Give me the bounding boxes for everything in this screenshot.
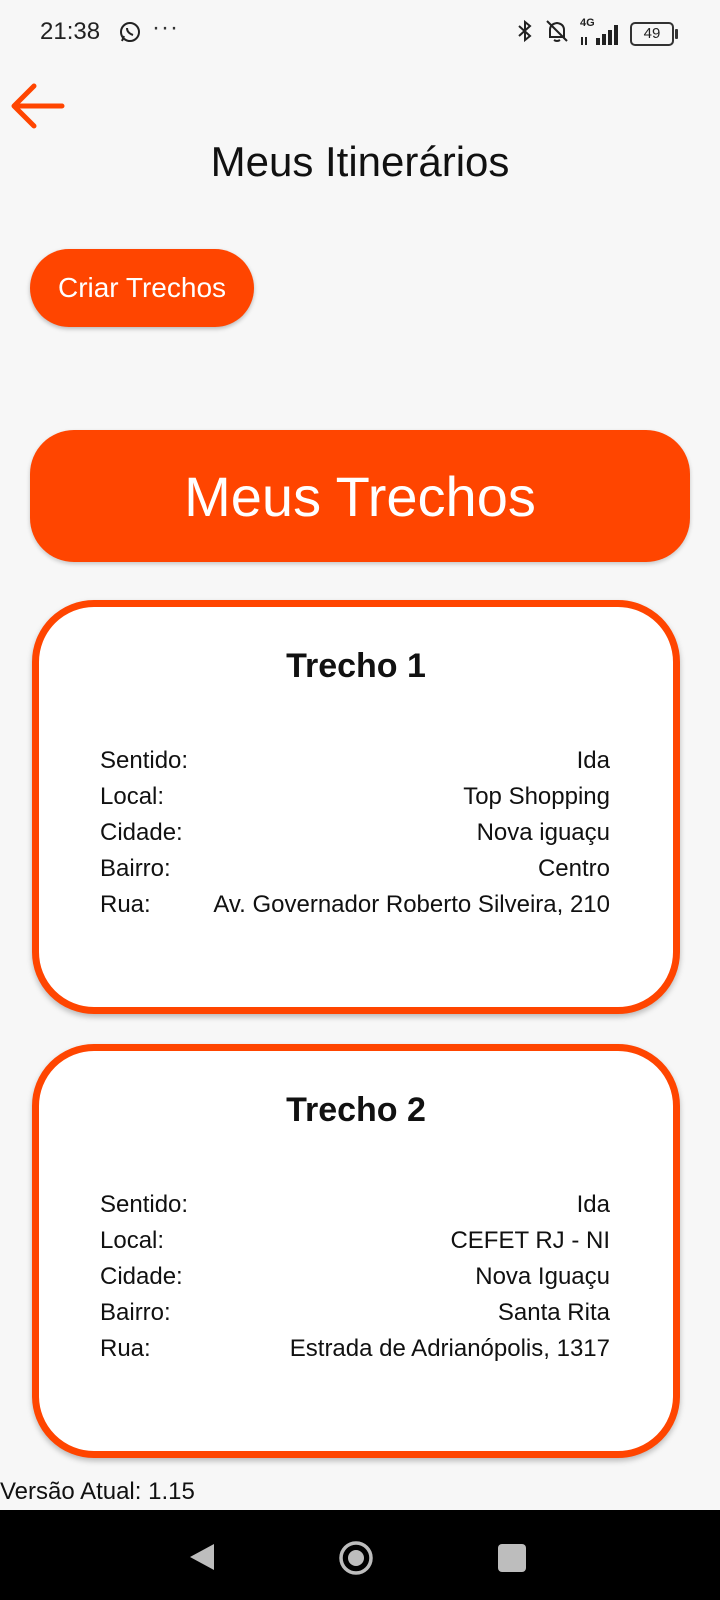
detail-label: Sentido: (100, 1191, 189, 1218)
whatsapp-icon (118, 20, 142, 44)
detail-label: Local: (100, 783, 165, 810)
status-icons: 4G 49 (514, 17, 678, 49)
nav-recents-icon[interactable] (498, 1544, 526, 1572)
detail-value: Ida (576, 1191, 610, 1218)
nav-back-icon[interactable] (188, 1542, 216, 1572)
detail-label: Bairro: (100, 855, 171, 882)
detail-row-cidade: Cidade: Nova Iguaçu (100, 1263, 610, 1299)
detail-value: Estrada de Adrianópolis, 1317 (289, 1335, 610, 1362)
detail-value: Nova iguaçu (476, 819, 610, 846)
detail-row-sentido: Sentido: Ida (100, 747, 610, 783)
detail-value: Centro (537, 855, 610, 882)
card-title: Trecho 2 (286, 1091, 426, 1129)
app-version: Versão Atual: 1.15 (0, 1478, 195, 1505)
page-title: Meus Itinerários (210, 138, 510, 185)
detail-label: Local: (100, 1227, 165, 1254)
status-time: 21:38 (40, 18, 101, 45)
detail-row-rua: Rua: Av. Governador Roberto Silveira, 21… (100, 891, 610, 927)
back-button[interactable] (8, 80, 68, 136)
more-notifications-icon: ··· (152, 14, 179, 41)
detail-value: Ida (576, 747, 610, 774)
create-trechos-button[interactable]: Criar Trechos (30, 249, 254, 327)
detail-label: Rua: (100, 891, 151, 918)
card-details: Sentido: Ida Local: CEFET RJ - NI Cidade… (100, 1191, 610, 1371)
trecho-card[interactable]: Trecho 2 Sentido: Ida Local: CEFET RJ - … (32, 1044, 680, 1458)
detail-row-cidade: Cidade: Nova iguaçu (100, 819, 610, 855)
detail-row-local: Local: Top Shopping (100, 783, 610, 819)
detail-label: Bairro: (100, 1299, 171, 1326)
detail-row-rua: Rua: Estrada de Adrianópolis, 1317 (100, 1335, 610, 1371)
trecho-card[interactable]: Trecho 1 Sentido: Ida Local: Top Shoppin… (32, 600, 680, 1014)
detail-value: Top Shopping (463, 783, 610, 810)
detail-label: Cidade: (100, 1263, 183, 1290)
bluetooth-icon (514, 19, 536, 48)
nav-home-icon[interactable] (338, 1540, 374, 1576)
arrow-left-icon (11, 83, 65, 129)
detail-value: CEFET RJ - NI (450, 1227, 610, 1254)
detail-value: Av. Governador Roberto Silveira, 210 (213, 891, 610, 918)
system-navigation-bar (0, 1510, 720, 1600)
detail-label: Sentido: (100, 747, 189, 774)
card-details: Sentido: Ida Local: Top Shopping Cidade:… (100, 747, 610, 927)
detail-label: Rua: (100, 1335, 151, 1362)
detail-value: Nova Iguaçu (475, 1263, 610, 1290)
detail-row-sentido: Sentido: Ida (100, 1191, 610, 1227)
card-title: Trecho 1 (286, 647, 426, 685)
detail-label: Cidade: (100, 819, 183, 846)
signal-icon: 4G (578, 17, 622, 47)
status-bar: 21:38 ··· 4G 49 (0, 0, 720, 66)
section-header: Meus Trechos (30, 430, 690, 562)
detail-row-local: Local: CEFET RJ - NI (100, 1227, 610, 1263)
battery-icon: 49 (630, 21, 678, 46)
detail-value: Santa Rita (497, 1299, 610, 1326)
detail-row-bairro: Bairro: Santa Rita (100, 1299, 610, 1335)
bell-off-icon (544, 18, 570, 49)
detail-row-bairro: Bairro: Centro (100, 855, 610, 891)
